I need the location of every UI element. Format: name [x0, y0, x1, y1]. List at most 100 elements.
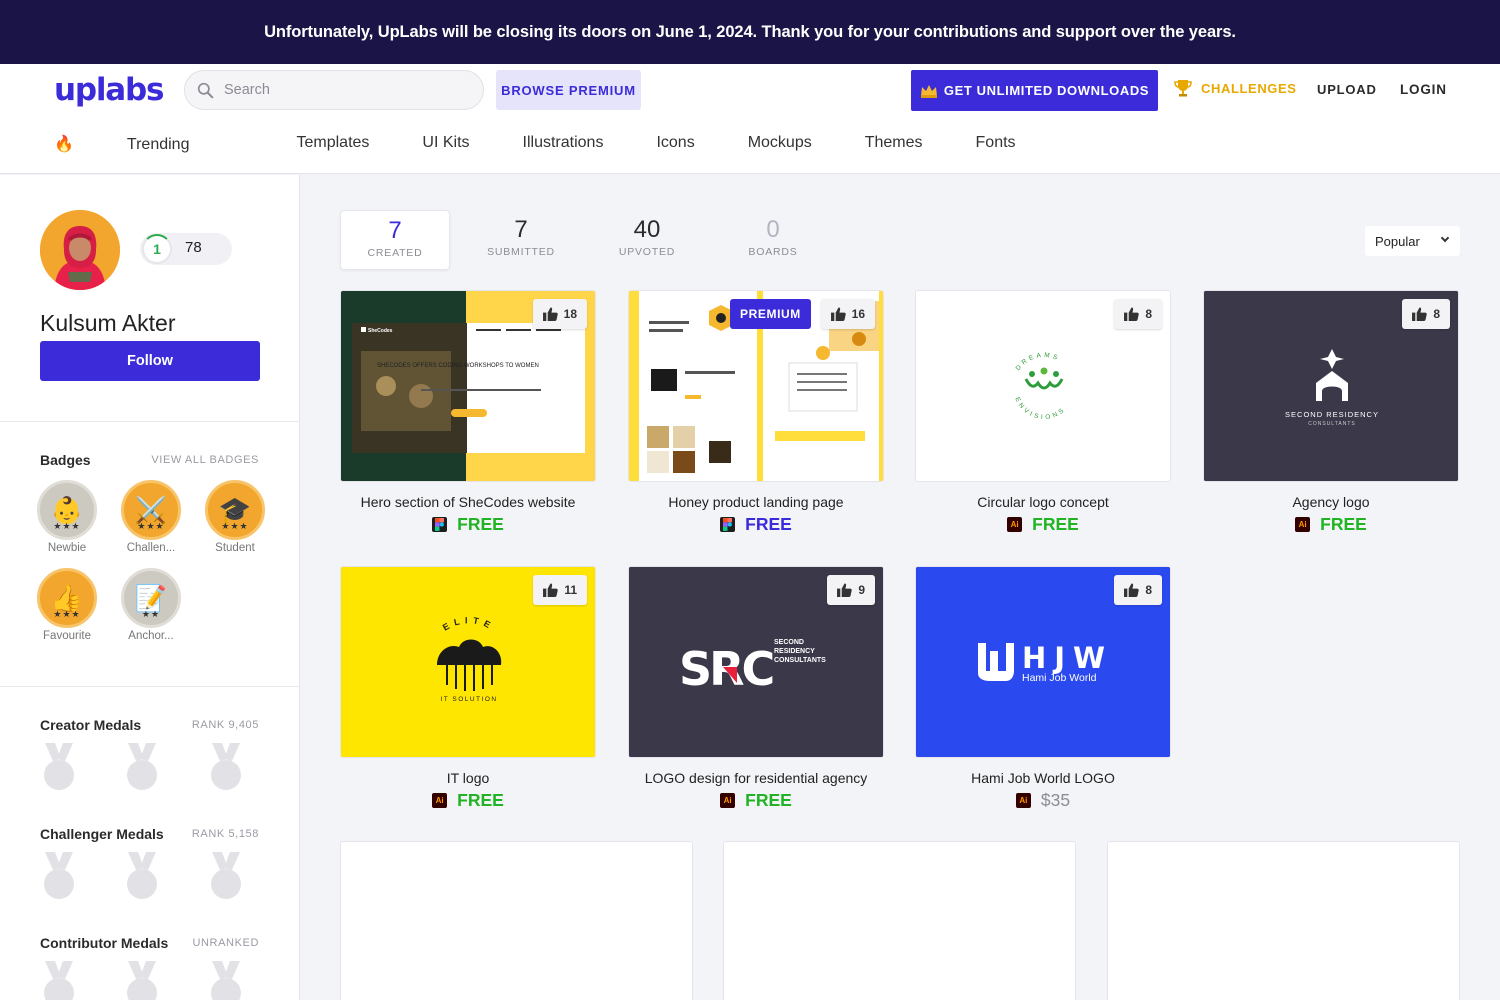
like-count: 8 — [1145, 583, 1152, 597]
empty-medal-icon — [211, 961, 241, 1000]
avatar[interactable] — [40, 210, 120, 290]
nav-ui-kits[interactable]: UI Kits — [422, 134, 469, 154]
illustrator-icon: Ai — [1295, 517, 1311, 532]
like-count: 8 — [1145, 307, 1152, 321]
shot-card[interactable]: SECOND RESIDENCY CONSULTANTS 8 Agency lo… — [1203, 290, 1459, 535]
badge-anchor[interactable]: 📝 ★★ Anchor... — [121, 568, 181, 642]
shot-thumbnail[interactable]: PREMIUM 16 — [628, 290, 884, 482]
nav-icons[interactable]: Icons — [656, 134, 694, 154]
contributor-medals-rank: UNRANKED — [192, 937, 259, 949]
shot-card[interactable]: PREMIUM 16 Honey product landing page FR… — [628, 290, 884, 535]
get-unlimited-downloads-button[interactable]: GET UNLIMITED DOWNLOADS — [911, 70, 1158, 111]
chevron-down-icon — [1440, 233, 1450, 243]
shot-title[interactable]: Honey product landing page — [628, 494, 884, 510]
like-button[interactable]: 16 — [820, 299, 875, 329]
like-count: 11 — [564, 583, 577, 597]
like-button[interactable]: 11 — [533, 575, 587, 605]
logo-labs: labs — [95, 72, 165, 108]
nav-themes[interactable]: Themes — [865, 134, 923, 154]
nav-illustrations[interactable]: Illustrations — [523, 134, 604, 154]
nav-templates[interactable]: Templates — [296, 134, 369, 154]
badge-newbie[interactable]: 👶 ★★★ Newbie — [37, 480, 97, 554]
empty-medal-icon — [127, 961, 157, 1000]
shot-thumbnail[interactable]: DREAMS ENVISIONS 8 — [915, 290, 1171, 482]
login-link[interactable]: LOGIN — [1400, 82, 1447, 97]
browse-premium-button[interactable]: BROWSE PREMIUM — [496, 70, 641, 110]
shot-thumbnail[interactable]: SECOND RESIDENCY CONSULTANTS 8 — [1203, 290, 1459, 482]
illustrator-icon: Ai — [720, 793, 736, 808]
badge-challenger[interactable]: ⚔️ ★★★ Challen... — [121, 480, 181, 554]
price-row: Ai FREE — [915, 514, 1171, 535]
thumbs-up-icon — [1124, 583, 1140, 597]
category-nav: 🔥 Trending Templates UI Kits Illustration… — [54, 134, 1069, 154]
shot-title[interactable]: Hami Job World LOGO — [915, 770, 1171, 786]
contributor-medals-title: Contributor Medals — [40, 935, 169, 951]
shot-card[interactable]: ELITE IT SOLUTION 11 IT logo Ai FREE — [340, 566, 596, 811]
shot-thumbnail[interactable]: SRC SECOND RESIDENCY CONSULTANTS 9 — [628, 566, 884, 758]
stat-value: 7 — [514, 216, 528, 243]
nav-mockups[interactable]: Mockups — [748, 134, 812, 154]
nav-fonts[interactable]: Fonts — [976, 134, 1016, 154]
upload-link[interactable]: UPLOAD — [1317, 82, 1377, 97]
nav-trending[interactable]: 🔥 Trending — [54, 134, 242, 154]
follow-button[interactable]: Follow — [40, 341, 260, 381]
shot-thumbnail[interactable]: ELITE IT SOLUTION 11 — [340, 566, 596, 758]
search-bar[interactable] — [184, 70, 484, 110]
badge-stars: ★★★ — [221, 521, 249, 531]
thumbs-up-icon — [837, 583, 853, 597]
shot-card[interactable]: HJW Hami Job World 8 Hami Job World LOGO… — [915, 566, 1171, 811]
shot-title[interactable]: LOGO design for residential agency — [628, 770, 884, 786]
empty-medal-icon — [127, 743, 157, 790]
challenges-link[interactable]: CHALLENGES — [1173, 78, 1297, 98]
badges-title: Badges — [40, 452, 91, 468]
thumbs-up-icon — [542, 307, 558, 321]
uplabs-logo[interactable]: uplabs — [54, 72, 165, 108]
profile-content: 7 CREATED 7 SUBMITTED 40 UPVOTED 0 BOARD… — [301, 175, 1500, 1000]
stat-label: CREATED — [367, 247, 423, 259]
stat-value: 7 — [388, 217, 402, 244]
shot-card[interactable]: DREAMS ENVISIONS 8 Circular logo concept… — [915, 290, 1171, 535]
like-button[interactable]: 9 — [827, 575, 875, 605]
like-button[interactable]: 8 — [1114, 575, 1162, 605]
figma-icon — [720, 517, 736, 532]
badge-student[interactable]: 🎓 ★★★ Student — [205, 480, 265, 554]
stat-value: 40 — [633, 216, 661, 243]
tab-created[interactable]: 7 CREATED — [340, 210, 450, 270]
like-button[interactable]: 18 — [532, 299, 587, 329]
shot-title[interactable]: Hero section of SheCodes website — [340, 494, 596, 510]
loading-card-placeholder — [723, 841, 1076, 1000]
like-button[interactable]: 8 — [1402, 299, 1450, 329]
challenges-label: CHALLENGES — [1201, 80, 1297, 96]
shot-card[interactable]: SheCodes SHECODES OFFERS CODING WORKSHOP… — [340, 290, 596, 535]
badge-favourite[interactable]: 👍 ★★★ Favourite — [37, 568, 97, 642]
tab-boards[interactable]: 0 BOARDS — [718, 210, 828, 270]
tab-upvoted[interactable]: 40 UPVOTED — [592, 210, 702, 270]
baby-icon: 👶 ★★★ — [37, 480, 97, 540]
thumb-src-line1: SECOND — [774, 639, 804, 646]
view-all-badges-link[interactable]: VIEW ALL BADGES — [151, 454, 259, 466]
tab-submitted[interactable]: 7 SUBMITTED — [466, 210, 576, 270]
thumb-shecodes-headline: SHECODES OFFERS CODING WORKSHOPS TO WOME… — [377, 363, 539, 369]
shot-thumbnail[interactable]: SheCodes SHECODES OFFERS CODING WORKSHOP… — [340, 290, 596, 482]
empty-medal-icon — [44, 852, 74, 899]
figma-icon — [432, 517, 448, 532]
thumb-src-line3: CONSULTANTS — [774, 657, 826, 664]
stat-label: UPVOTED — [618, 246, 676, 258]
empty-medal-icon — [127, 852, 157, 899]
illustrator-icon: Ai — [432, 793, 448, 808]
search-input[interactable] — [224, 82, 464, 98]
sort-dropdown[interactable]: Popular — [1365, 226, 1460, 256]
shot-title[interactable]: IT logo — [340, 770, 596, 786]
shot-card[interactable]: SRC SECOND RESIDENCY CONSULTANTS 9 LOGO … — [628, 566, 884, 811]
badge-stars: ★★★ — [53, 521, 81, 531]
empty-medal-icon — [211, 852, 241, 899]
like-button[interactable]: 8 — [1114, 299, 1162, 329]
notepad-icon: 📝 ★★ — [121, 568, 181, 628]
shot-title[interactable]: Circular logo concept — [915, 494, 1171, 510]
shot-title[interactable]: Agency logo — [1203, 494, 1459, 510]
price-row: Ai FREE — [340, 790, 596, 811]
price-row: FREE — [628, 514, 884, 535]
shot-thumbnail[interactable]: HJW Hami Job World 8 — [915, 566, 1171, 758]
challenger-medals-rank: RANK 5,158 — [191, 828, 259, 840]
creator-medals-rank: RANK 9,405 — [191, 719, 259, 731]
